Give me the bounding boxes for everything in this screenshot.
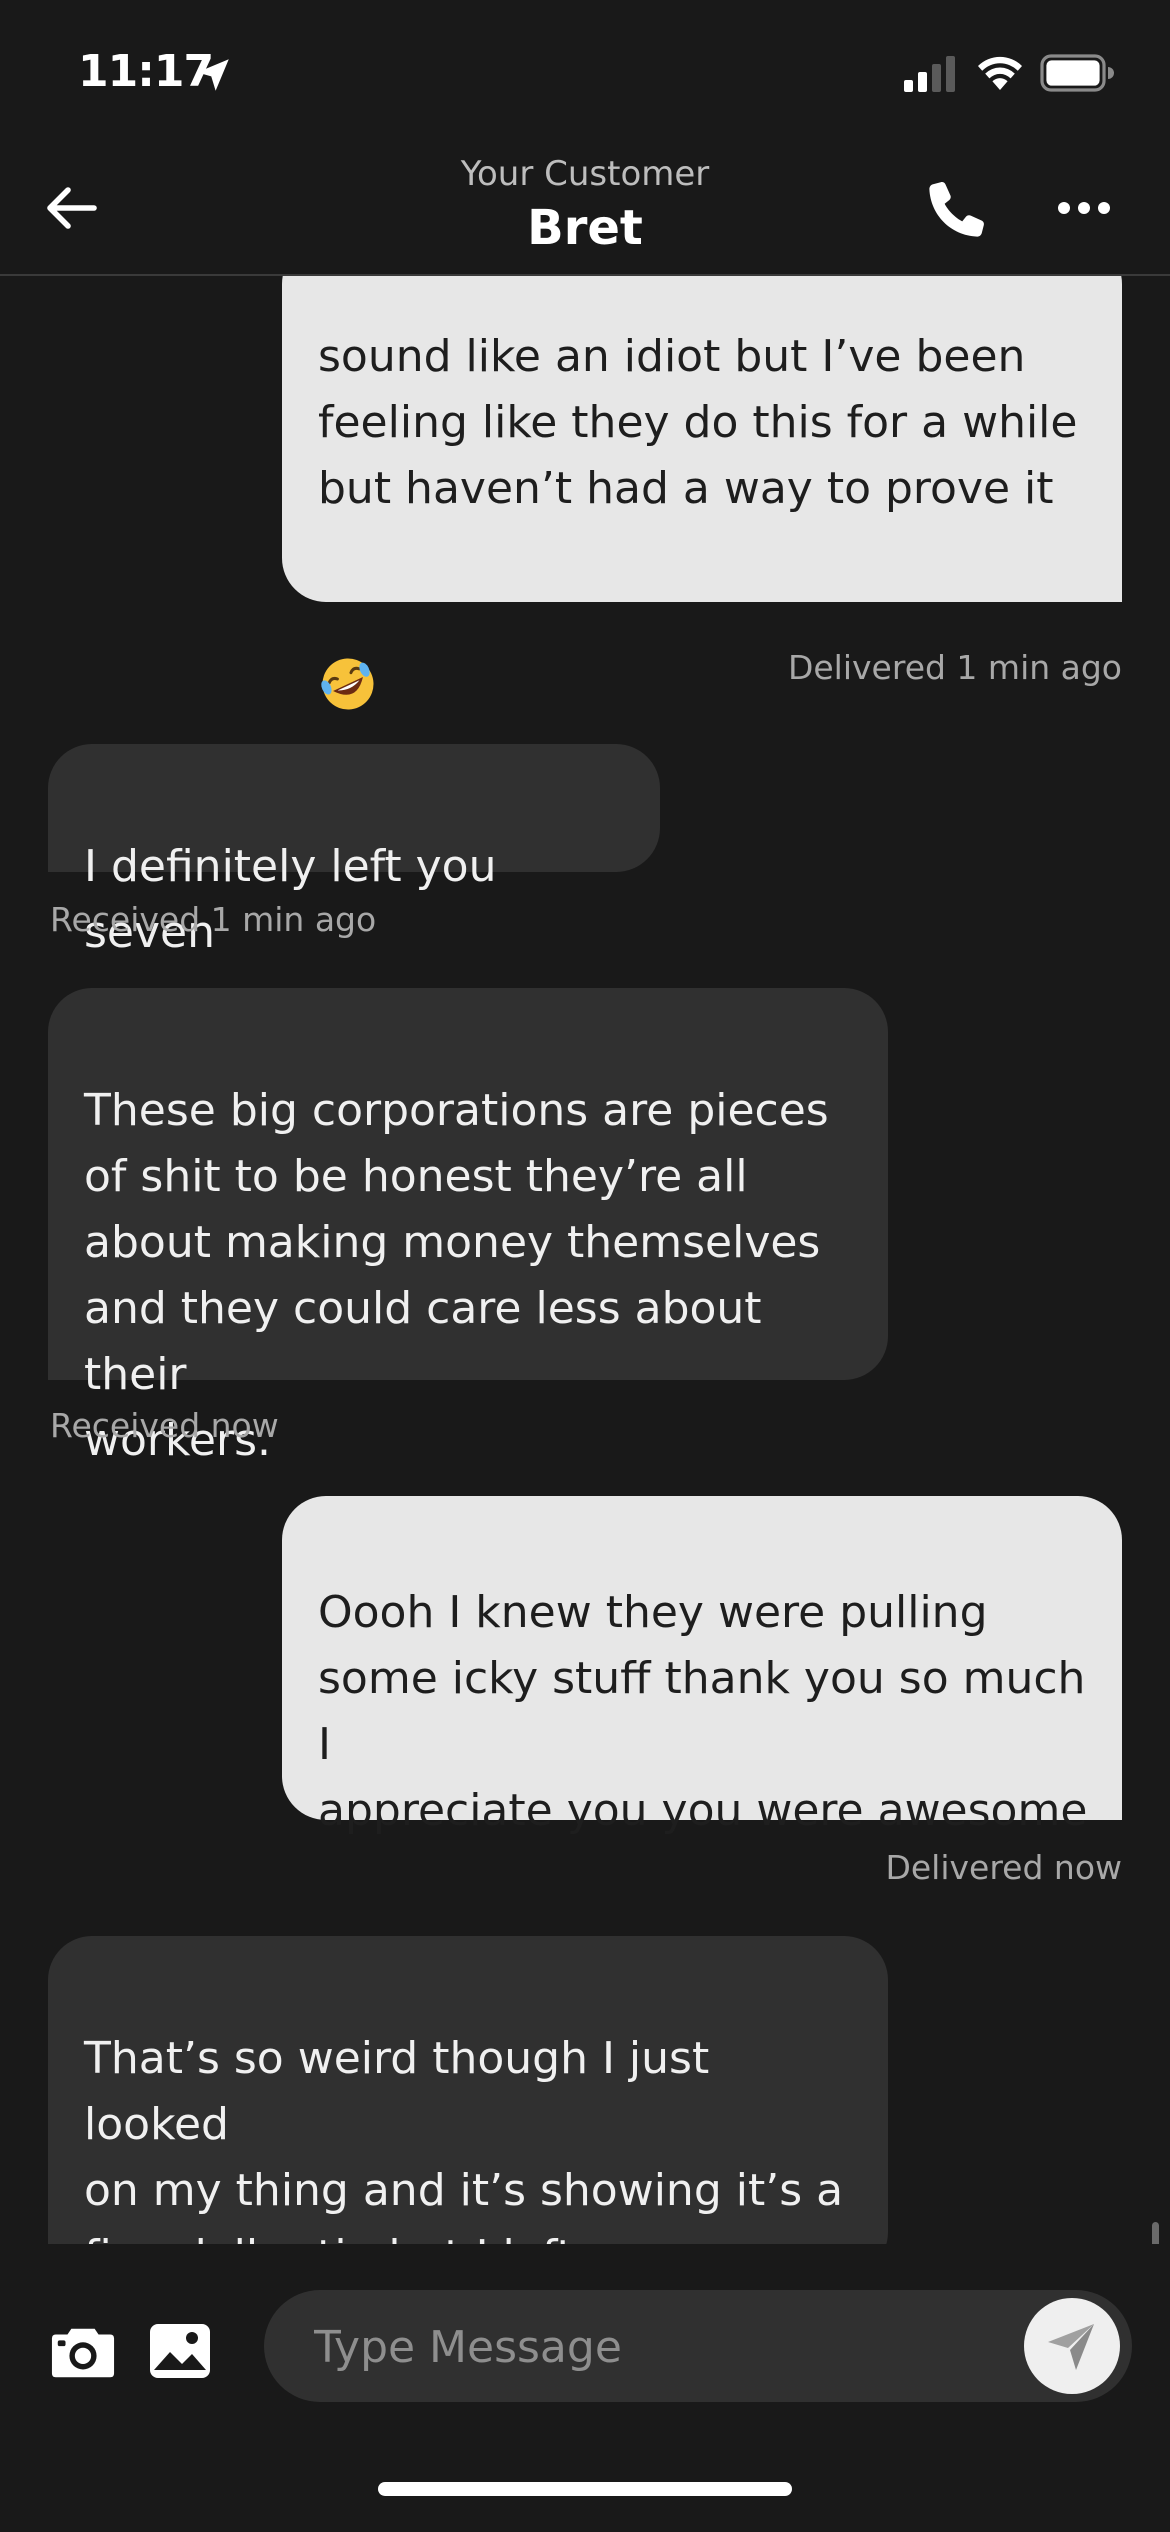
message-text: That’s so weird though I just looked on … — [84, 2033, 844, 2244]
message-input[interactable] — [312, 2290, 956, 2404]
gallery-icon[interactable] — [148, 2322, 212, 2380]
rolling-on-floor-laughing-emoji — [321, 658, 374, 710]
send-button[interactable] — [1024, 2298, 1120, 2394]
message-text: sound like an idiot but I’ve been feelin… — [318, 331, 1078, 514]
message-composer — [0, 2244, 1170, 2532]
wifi-icon — [978, 56, 1022, 90]
message-status: Received now — [50, 1406, 279, 1445]
more-dots-icon[interactable] — [1056, 188, 1112, 228]
cellular-signal-icon — [904, 56, 955, 92]
send-icon — [1048, 2324, 1094, 2370]
phone-icon[interactable] — [922, 176, 990, 244]
incoming-message-bubble[interactable]: These big corporations are pieces of shi… — [48, 988, 888, 1466]
message-text: Oooh I knew they were pulling some icky … — [318, 1587, 1088, 1836]
scroll-indicator[interactable] — [1152, 2222, 1159, 2244]
chat-header: Your Customer Bret — [0, 140, 1170, 276]
status-bar: 11:17 — [0, 0, 1170, 140]
battery-icon — [1040, 54, 1114, 92]
incoming-message-bubble[interactable]: I definitely left you seven — [48, 744, 660, 958]
contact-name: Bret — [527, 200, 643, 256]
message-list[interactable]: sound like an idiot but I’ve been feelin… — [0, 276, 1170, 2244]
incoming-message-bubble[interactable]: That’s so weird though I just looked on … — [48, 1936, 888, 2244]
outgoing-message-bubble[interactable]: Oooh I knew they were pulling some icky … — [282, 1496, 1122, 2032]
message-field — [264, 2290, 1132, 2404]
message-status: Delivered 1 min ago — [787, 648, 1122, 687]
header-subtitle: Your Customer — [460, 154, 710, 194]
outgoing-message-bubble[interactable]: sound like an idiot but I’ve been feelin… — [282, 276, 1122, 710]
home-indicator[interactable] — [378, 2482, 792, 2496]
message-status: Delivered now — [885, 1848, 1122, 1887]
location-arrow-icon — [197, 59, 229, 91]
message-status: Received 1 min ago — [50, 900, 377, 939]
camera-icon[interactable] — [50, 2324, 116, 2380]
